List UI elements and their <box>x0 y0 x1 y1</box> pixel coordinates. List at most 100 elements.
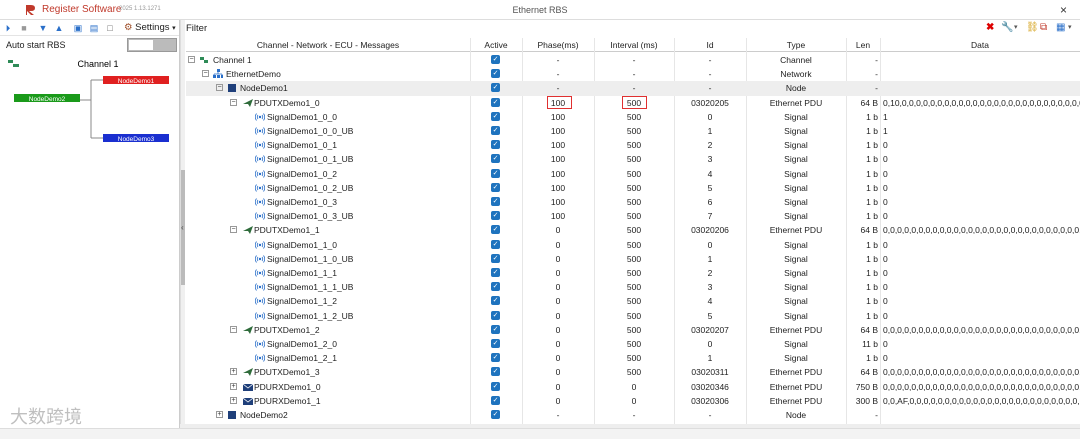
table-row[interactable]: SignalDemo1_1_1 ✓ 0 500 2 Signal 1 b0 <box>186 266 1080 280</box>
table-row[interactable]: + PDURXDemo1_1 ✓ 0 0 03020306 Ethernet PDU 300 … <box>186 394 1080 408</box>
active-checkbox[interactable]: ✓ <box>491 353 500 363</box>
collapse-icon[interactable]: − <box>230 98 237 106</box>
active-checkbox[interactable]: ✓ <box>491 324 500 334</box>
table-row[interactable]: − PDUTXDemo1_0 ✓ 100 500 03020205 Ethernet PDU… <box>186 95 1080 110</box>
active-checkbox[interactable]: ✓ <box>491 140 500 150</box>
row-data[interactable]: 0 <box>883 197 1080 207</box>
active-checkbox[interactable]: ✓ <box>491 97 500 107</box>
delete-icon[interactable]: ✖ <box>986 23 994 33</box>
table-row[interactable]: SignalDemo1_0_1 ✓ 100 500 2 Signal 1 b 0 <box>186 138 1080 152</box>
expand-icon[interactable]: + <box>230 368 237 376</box>
active-checkbox[interactable]: ✓ <box>491 367 500 377</box>
row-data[interactable]: 0 <box>883 140 1080 150</box>
row-interval[interactable]: 500 <box>594 183 674 193</box>
row-interval[interactable]: 0 <box>594 396 674 406</box>
row-data[interactable]: 0 <box>883 169 1080 179</box>
row-interval[interactable]: 500 <box>594 126 674 136</box>
row-phase[interactable]: 0 <box>522 254 594 264</box>
row-data[interactable]: 0,0,0,0,0,0,0,0,0,0,0,0,0,0,0,0,0,0,0,0,… <box>883 325 1080 335</box>
row-data[interactable]: 0,0,0,0,0,0,0,0,0,0,0,0,0,0,0,0,0,0,0,0,… <box>883 225 1080 235</box>
active-checkbox[interactable]: ✓ <box>491 168 500 178</box>
active-checkbox[interactable]: ✓ <box>491 111 500 121</box>
row-data[interactable]: 0 <box>883 311 1080 321</box>
table-row[interactable]: + NodeDemo2 ✓ - - - Node - <box>186 408 1080 422</box>
row-interval[interactable]: 500 <box>594 211 674 221</box>
table-row[interactable]: SignalDemo1_1_1_UB ✓ 0 500 3 Signal 1 b0 <box>186 280 1080 294</box>
row-interval[interactable]: 500 <box>594 296 674 306</box>
active-checkbox[interactable]: ✓ <box>491 395 500 405</box>
settings-button[interactable]: ⚙ Settings ▾ <box>124 22 176 33</box>
row-interval[interactable]: - <box>594 410 674 420</box>
auto-start-toggle[interactable] <box>127 38 177 52</box>
row-phase[interactable]: 0 <box>522 311 594 321</box>
table-row[interactable]: SignalDemo1_2_1 ✓ 0 500 1 Signal 1 b0 <box>186 351 1080 365</box>
row-interval[interactable]: 500 <box>594 339 674 349</box>
expand-icon[interactable]: + <box>230 382 237 390</box>
row-data[interactable]: 0 <box>883 353 1080 363</box>
table-row[interactable]: − PDUTXDemo1_1 ✓ 0 500 03020206 Ethernet PDU 64… <box>186 223 1080 237</box>
play-icon[interactable]: ⏵ <box>3 23 13 33</box>
active-checkbox[interactable]: ✓ <box>491 126 500 135</box>
table-row[interactable]: SignalDemo1_0_0 ✓ 100 500 0 Signal 1 b 1 <box>186 110 1080 124</box>
col-header-id[interactable]: Id <box>674 40 746 50</box>
row-data[interactable]: 0 <box>883 282 1080 292</box>
row-data[interactable]: 0 <box>883 240 1080 250</box>
active-checkbox[interactable]: ✓ <box>491 339 500 348</box>
copy-icon[interactable]: ⧉ <box>1040 23 1047 33</box>
row-interval[interactable]: 500 <box>594 353 674 363</box>
row-interval[interactable]: 500 <box>594 325 674 335</box>
arrow-up-icon[interactable]: ▲ <box>54 23 64 33</box>
table-row[interactable]: + PDURXDemo1_0 ✓ 0 0 03020346 Ethernet PDU 750 … <box>186 380 1080 394</box>
list-view-icon[interactable]: ▤ <box>89 23 99 33</box>
row-interval[interactable]: 500 <box>594 225 674 235</box>
table-row[interactable]: − Channel 1 ✓ - - - Channel - <box>186 53 1080 67</box>
row-interval[interactable]: - <box>594 55 674 65</box>
row-data[interactable]: 1 <box>883 112 1080 122</box>
active-checkbox[interactable]: ✓ <box>491 310 500 320</box>
collapse-icon[interactable]: − <box>216 84 223 92</box>
row-interval[interactable]: 0 <box>594 382 674 392</box>
table-row[interactable]: SignalDemo1_1_2_UB ✓ 0 500 5 Signal 1 b0 <box>186 309 1080 323</box>
collapse-icon[interactable]: − <box>188 56 195 63</box>
row-data[interactable]: 1 <box>883 126 1080 136</box>
active-checkbox[interactable]: ✓ <box>491 296 500 306</box>
columns-icon[interactable]: ▦ <box>1056 23 1065 33</box>
col-header-active[interactable]: Active <box>470 40 522 50</box>
wrench-dropdown-icon[interactable]: ▾ <box>1014 23 1018 33</box>
table-row[interactable]: SignalDemo1_1_0 ✓ 0 500 0 Signal 1 b0 <box>186 238 1080 252</box>
row-phase[interactable]: 0 <box>522 325 594 335</box>
row-phase[interactable]: 0 <box>522 353 594 363</box>
row-phase[interactable]: 100 <box>522 169 594 179</box>
col-header-len[interactable]: Len <box>846 40 880 50</box>
row-phase[interactable]: 100 <box>522 211 594 221</box>
active-checkbox[interactable]: ✓ <box>491 410 500 419</box>
table-row[interactable]: SignalDemo1_0_3 ✓ 100 500 6 Signal 1 b 0 <box>186 195 1080 209</box>
row-phase[interactable]: 0 <box>522 225 594 235</box>
col-header-interval[interactable]: Interval (ms) <box>594 40 674 50</box>
row-interval[interactable]: 500 <box>594 367 674 377</box>
wrench-icon[interactable]: 🔧 <box>1001 23 1013 33</box>
active-checkbox[interactable]: ✓ <box>491 55 500 64</box>
row-phase[interactable]: 0 <box>522 296 594 306</box>
row-phase[interactable]: 0 <box>522 367 594 377</box>
row-phase[interactable]: 0 <box>522 382 594 392</box>
row-data[interactable]: 0 <box>883 154 1080 164</box>
row-data[interactable]: 0,0,0,0,0,0,0,0,0,0,0,0,0,0,0,0,0,0,0,0,… <box>883 382 1080 392</box>
row-interval[interactable]: 500 <box>594 112 674 122</box>
row-interval[interactable]: 500 <box>594 169 674 179</box>
row-phase[interactable]: 0 <box>522 268 594 278</box>
row-phase[interactable]: 100 <box>522 197 594 207</box>
row-phase[interactable]: 100 <box>522 140 594 150</box>
row-data[interactable]: 0 <box>883 183 1080 193</box>
row-interval[interactable]: 500 <box>594 268 674 278</box>
filter-label[interactable]: Filter <box>186 23 207 34</box>
row-data[interactable]: 0 <box>883 296 1080 306</box>
active-checkbox[interactable]: ✓ <box>491 154 500 164</box>
active-checkbox[interactable]: ✓ <box>491 239 500 249</box>
row-phase[interactable]: 100 <box>522 183 594 193</box>
row-data[interactable]: 0,0,0,0,0,0,0,0,0,0,0,0,0,0,0,0,0,0,0,0,… <box>883 367 1080 377</box>
row-phase[interactable]: 100 <box>522 154 594 164</box>
row-phase[interactable]: 0 <box>522 282 594 292</box>
active-checkbox[interactable]: ✓ <box>491 282 500 292</box>
blank-view-icon[interactable]: □ <box>105 23 115 33</box>
